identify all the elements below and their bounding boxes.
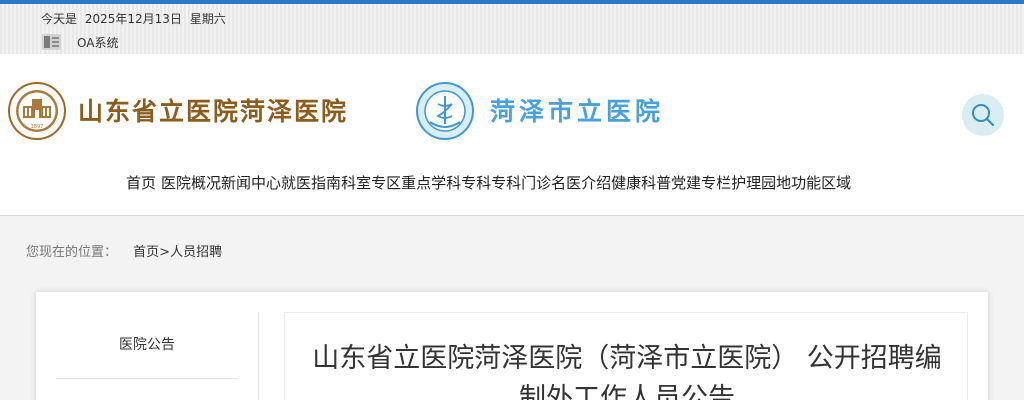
city-hospital-name-title: 菏泽市立医院 bbox=[490, 97, 665, 126]
nav-item-nursing[interactable]: 护理园地 bbox=[731, 172, 791, 193]
nav-item-party[interactable]: 党建专栏 bbox=[671, 172, 731, 193]
nav-item-health-science[interactable]: 健康科普 bbox=[611, 172, 671, 193]
seal-year-text: 1897 bbox=[31, 124, 44, 130]
nav-item-guide[interactable]: 就医指南 bbox=[281, 172, 341, 193]
breadcrumb-label: 您现在的位置： bbox=[26, 245, 118, 260]
article-title: 山东省立医院菏泽医院（菏泽市立医院） 公开招聘编制外工作人员公告 bbox=[312, 343, 942, 400]
date-display: 今天是 2025年12月13日 星期六 bbox=[41, 10, 230, 27]
nav-item-specialty-clinics[interactable]: 专科专科门诊 bbox=[461, 172, 551, 193]
nav-item-functional-areas[interactable]: 功能区域 bbox=[791, 172, 851, 193]
hospital-name-title: 山东省立医院菏泽医院 bbox=[78, 97, 349, 126]
breadcrumb-current: 人员招聘 bbox=[170, 245, 223, 260]
weekday-value: 星期六 bbox=[189, 12, 226, 26]
article-panel: 山东省立医院菏泽医院（菏泽市立医院） 公开招聘编制外工作人员公告 bbox=[284, 312, 968, 400]
nav-item-home[interactable]: 首页 bbox=[126, 172, 156, 193]
breadcrumb-separator: > bbox=[159, 245, 171, 260]
nav-item-key-disciplines[interactable]: 重点学科 bbox=[401, 172, 461, 193]
date-value: 2025年12月13日 bbox=[84, 12, 182, 26]
search-button[interactable] bbox=[962, 94, 1004, 136]
nav-item-overview[interactable]: 医院概况 bbox=[161, 172, 221, 193]
content-card: 医院公告 山东省立医院菏泽医院（菏泽市立医院） 公开招聘编制外工作人员公告 bbox=[36, 292, 988, 400]
provincial-hospital-seal-logo[interactable]: 1897 bbox=[8, 82, 66, 140]
city-hospital-logo[interactable] bbox=[416, 82, 474, 140]
main-navigation: 首页 医院概况 新闻中心 就医指南 科室专区 重点学科 专科专科门诊 名医介绍 … bbox=[126, 172, 851, 193]
top-utility-bar: 今天是 2025年12月13日 星期六 OA系统 bbox=[0, 4, 1024, 54]
breadcrumb: 您现在的位置： 首页>人员招聘 bbox=[26, 241, 222, 260]
nav-item-doctors[interactable]: 名医介绍 bbox=[551, 172, 611, 193]
date-prefix: 今天是 bbox=[41, 12, 78, 26]
search-icon bbox=[972, 104, 995, 127]
nav-item-departments[interactable]: 科室专区 bbox=[341, 172, 401, 193]
site-header: 1897 山东省立医院菏泽医院 菏泽市立医院 首页 医院概况 新闻中心 就医指南… bbox=[0, 54, 1024, 216]
nav-item-news[interactable]: 新闻中心 bbox=[221, 172, 281, 193]
sidebar-divider bbox=[56, 378, 238, 379]
oa-system-icon[interactable] bbox=[41, 33, 62, 51]
column-divider bbox=[258, 312, 259, 400]
sidebar-item-hospital-notice[interactable]: 医院公告 bbox=[36, 334, 258, 354]
breadcrumb-home-link[interactable]: 首页 bbox=[133, 245, 159, 260]
oa-system-link[interactable]: OA系统 bbox=[77, 34, 118, 51]
